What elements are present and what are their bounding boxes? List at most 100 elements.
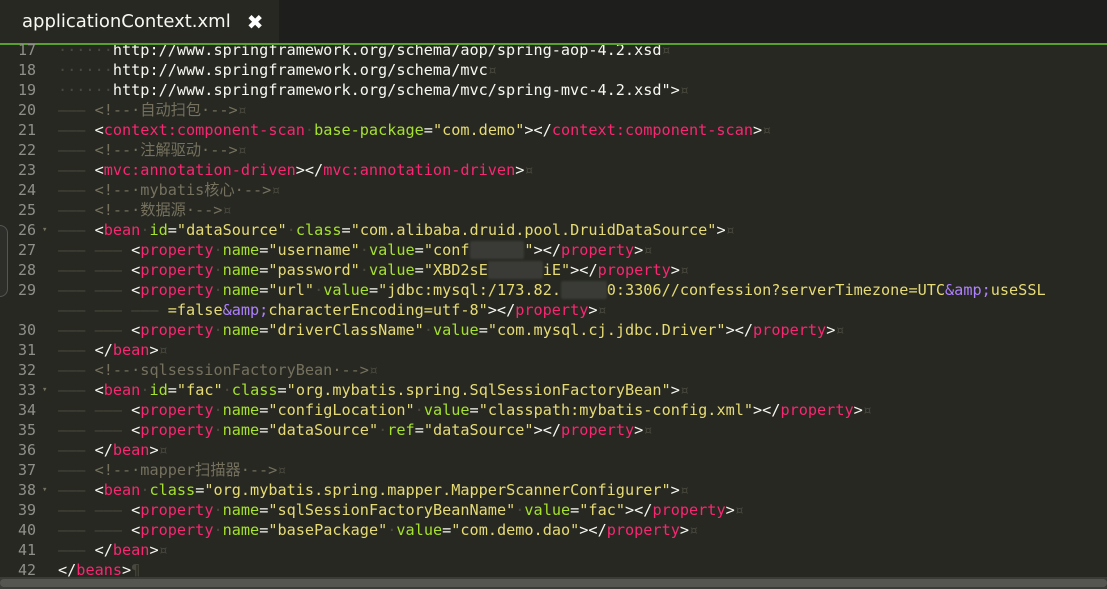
xml-attribute-name: value: [524, 501, 571, 519]
close-icon[interactable]: ✖: [247, 10, 264, 34]
code-line[interactable]: ——— <!--·mybatis核心·-->¤: [58, 180, 280, 200]
whitespace-marker: ———: [58, 541, 95, 559]
xml-punctuation: ></: [524, 121, 552, 139]
xml-punctuation: <: [131, 321, 141, 339]
code-line[interactable]: ——— <context:component-scan·base-package…: [58, 120, 771, 140]
end-of-line-marker: ¤: [158, 541, 168, 559]
end-of-line-marker: ¤: [679, 381, 690, 399]
code-line[interactable]: ——— <!--·mapper扫描器·-->¤: [58, 460, 286, 480]
xml-punctuation: <: [131, 521, 141, 539]
tab-applicationcontext-xml[interactable]: applicationContext.xml ✖: [0, 0, 279, 43]
xml-punctuation: >: [670, 261, 680, 279]
redacted-text: xxx.1: [560, 281, 607, 299]
code-line[interactable]: ——— <!--·数据源·-->¤: [58, 200, 232, 220]
whitespace-marker: ———: [58, 381, 95, 399]
xml-punctuation: >: [149, 341, 159, 359]
code-line[interactable]: ······http://www.springframework.org/sch…: [58, 60, 497, 80]
code-line[interactable]: ······http://www.springframework.org/sch…: [58, 80, 689, 100]
whitespace-marker: ———: [58, 181, 95, 199]
xml-attribute-value: characterEncoding=utf-8": [268, 301, 488, 319]
code-line[interactable]: ——— ——— ——— =false&amp;characterEncoding…: [58, 300, 607, 320]
code-line[interactable]: ——— <bean·id="dataSource"·class="com.ali…: [58, 220, 735, 240]
line-number: 35: [17, 421, 36, 439]
code-line[interactable]: ——— <bean·class="org.mybatis.spring.mapp…: [58, 480, 689, 500]
code-line[interactable]: ——— ——— <property·name="password"·value=…: [58, 260, 689, 280]
xml-tag-name: property: [606, 521, 680, 539]
xml-punctuation: =: [167, 221, 177, 239]
fold-toggle-icon[interactable]: ▾: [42, 480, 47, 500]
xml-punctuation: ></: [487, 301, 516, 319]
fold-toggle-icon[interactable]: ▾: [42, 380, 47, 400]
xml-tag-name: property: [140, 241, 214, 259]
xml-punctuation: =: [259, 521, 269, 539]
scrollbar-thumb[interactable]: [0, 579, 1107, 587]
panel-toggle-handle[interactable]: [0, 225, 8, 297]
code-line[interactable]: ——— ——— <property·name="url"·value="jdbc…: [58, 280, 1046, 300]
xml-punctuation: >: [853, 401, 863, 419]
code-line[interactable]: ——— ——— <property·name="basePackage"·val…: [58, 520, 698, 540]
xml-punctuation: </: [58, 561, 77, 577]
code-line[interactable]: ——— <!--·sqlsessionFactoryBean·-->¤: [58, 360, 378, 380]
xml-punctuation: =: [259, 261, 269, 279]
code-line[interactable]: ——— <!--·注解驱动·-->¤: [58, 140, 247, 160]
whitespace-marker: ———: [58, 161, 95, 179]
code-line[interactable]: ——— </bean>¤: [58, 540, 168, 560]
horizontal-scrollbar[interactable]: [0, 577, 1107, 589]
xml-tag-name: mvc:annotation-driven: [323, 161, 516, 179]
code-line[interactable]: ——— ——— <property·name="configLocation"·…: [58, 400, 872, 420]
code-line[interactable]: ——— </bean>¤: [58, 340, 168, 360]
end-of-line-marker: ¤: [679, 481, 689, 499]
xml-attribute-value: ": [524, 241, 534, 259]
code-line[interactable]: ——— </bean>¤: [58, 440, 168, 460]
xml-tag-name: bean: [103, 481, 141, 499]
xml-attribute-value: "username": [268, 241, 360, 259]
end-of-line-marker: ¤: [158, 441, 168, 459]
whitespace-marker: ——— ———: [58, 261, 132, 279]
xml-punctuation: ></: [753, 401, 781, 419]
whitespace-marker: ——— ———: [58, 321, 132, 339]
xml-attribute-value: "com.demo.dao": [451, 521, 580, 539]
xml-attribute-name: value: [368, 241, 415, 259]
end-of-line-marker: ¤: [222, 201, 232, 219]
xml-attribute-value: "fac": [579, 501, 625, 519]
xml-attribute-value: "sqlSessionFactoryBeanName": [268, 501, 516, 519]
code-line[interactable]: ——— <!--·自动扫包·-->¤: [58, 100, 247, 120]
whitespace-marker: ·: [414, 401, 424, 419]
line-number-gutter: 17 18 19 20 21 22 23 24 25 26 ▾ 27 28 29 30 31 32 33 ▾ 34 35…: [0, 41, 52, 579]
line-number: 22: [17, 141, 36, 159]
line-number: 20: [17, 101, 36, 119]
code-line[interactable]: ——— ——— <property·name="driverClassName"…: [58, 320, 845, 340]
xml-tag-name: property: [780, 401, 854, 419]
whitespace-marker: ·: [213, 241, 223, 259]
code-line[interactable]: ——— ——— <property·name="sqlSessionFactor…: [58, 500, 744, 520]
code-line[interactable]: ——— <bean·id="fac"·class="org.mybatis.sp…: [58, 380, 689, 400]
line-number: 32: [17, 361, 36, 379]
code-line[interactable]: ······http://www.springframework.org/sch…: [58, 45, 671, 60]
xml-punctuation: ></: [533, 241, 562, 259]
code-line[interactable]: ——— <mvc:annotation-driven></mvc:annotat…: [58, 160, 534, 180]
line-number: 31: [17, 341, 36, 359]
xml-punctuation: <: [131, 401, 141, 419]
end-of-line-marker: ¤: [487, 61, 497, 79]
xml-attribute-name: ref: [387, 421, 415, 439]
whitespace-marker: ·: [213, 501, 223, 519]
code-line[interactable]: ——— ——— <property·name="username"·value=…: [58, 240, 652, 260]
whitespace-marker: ———: [58, 201, 95, 219]
end-of-line-marker: ¤: [277, 461, 287, 479]
line-number: 21: [17, 121, 36, 139]
xml-punctuation: >: [753, 121, 763, 139]
code-line[interactable]: ——— ——— <property·name="dataSource"·ref=…: [58, 420, 652, 440]
xml-punctuation: ></: [625, 501, 653, 519]
xml-punctuation: =: [414, 261, 424, 279]
code-editor[interactable]: ······http://www.springframework.org/sch…: [58, 45, 1107, 577]
whitespace-marker: ······: [58, 61, 113, 79]
whitespace-marker: ·: [359, 261, 369, 279]
xml-punctuation: =: [277, 381, 287, 399]
xml-tag-name: context:component-scan: [551, 121, 753, 139]
line-number: 25: [17, 201, 36, 219]
code-line[interactable]: </beans>¶: [58, 560, 140, 577]
xml-punctuation: >: [670, 481, 680, 499]
xml-comment: <!--·自动扫包·-->: [94, 101, 238, 119]
xml-punctuation: >: [725, 501, 735, 519]
fold-toggle-icon[interactable]: ▾: [42, 220, 47, 240]
